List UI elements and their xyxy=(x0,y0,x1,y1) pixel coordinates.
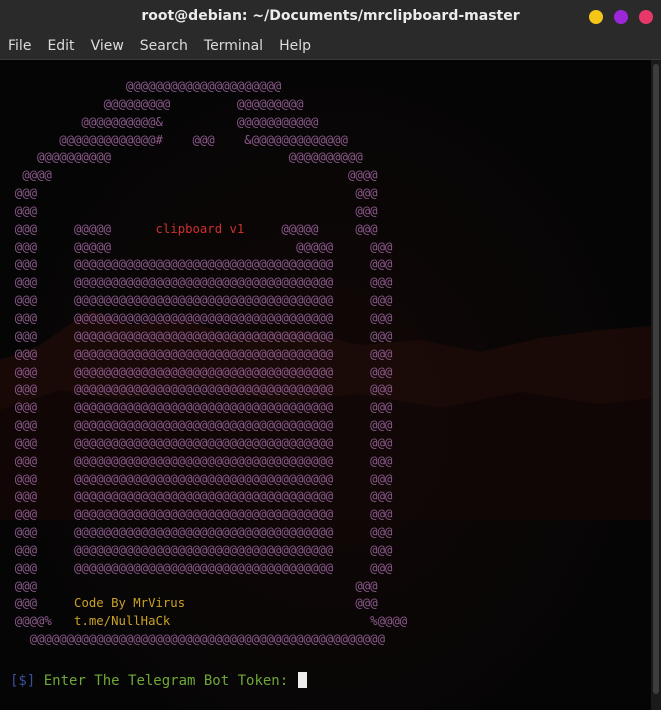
credit-right: %@@@@ xyxy=(170,614,408,629)
app-title-text: clipboard v1 xyxy=(155,221,245,236)
art-body-line: @@@ @@@@@@@@@@@@@@@@@@@@@@@@@@@@@@@@@@@ … xyxy=(0,471,393,486)
art-body-line: @@@ @@@@@@@@@@@@@@@@@@@@@@@@@@@@@@@@@@@ … xyxy=(0,257,393,272)
art-body-line: @@@ @@@@@@@@@@@@@@@@@@@@@@@@@@@@@@@@@@@ … xyxy=(0,328,393,343)
art-body-line: @@@ @@@@@@@@@@@@@@@@@@@@@@@@@@@@@@@@@@@ … xyxy=(0,400,393,415)
art-line: @@@ @@@ xyxy=(0,578,378,593)
art-body-line: @@@ @@@@@@@@@@@@@@@@@@@@@@@@@@@@@@@@@@@ … xyxy=(0,364,393,379)
art-line: @@@ @@@ xyxy=(0,203,378,218)
art-line: @@@@@@@@@@@@@# @@@ &@@@@@@@@@@@@@ xyxy=(0,132,348,147)
window-title: root@debian: ~/Documents/mrclipboard-mas… xyxy=(141,8,520,24)
art-body-line: @@@ @@@@@@@@@@@@@@@@@@@@@@@@@@@@@@@@@@@ … xyxy=(0,560,393,575)
menu-terminal[interactable]: Terminal xyxy=(196,33,271,59)
input-prompt[interactable]: [$] Enter The Telegram Bot Token: xyxy=(10,672,307,690)
art-body-line: @@@ @@@@@@@@@@@@@@@@@@@@@@@@@@@@@@@@@@@ … xyxy=(0,293,393,308)
text-cursor[interactable] xyxy=(297,672,307,688)
art-body-line: @@@ @@@@@@@@@@@@@@@@@@@@@@@@@@@@@@@@@@@ … xyxy=(0,453,393,468)
menu-search[interactable]: Search xyxy=(132,33,196,59)
art-body-line: @@@ @@@@@@@@@@@@@@@@@@@@@@@@@@@@@@@@@@@ … xyxy=(0,542,393,557)
art-body-line: @@@ @@@@@@@@@@@@@@@@@@@@@@@@@@@@@@@@@@@ … xyxy=(0,275,393,290)
terminal-window: root@debian: ~/Documents/mrclipboard-mas… xyxy=(0,0,661,710)
art-line: @@@@@@@@@@@@@@@@@@@@@@@@@@@@@@@@@@@@@@@@… xyxy=(0,632,385,647)
ascii-art-logo: @@@@@@@@@@@@@@@@@@@@@ @@@@@@@@@ @@@@@@@@… xyxy=(0,78,407,649)
art-header-right: @@@@@ @@@ xyxy=(244,221,378,236)
prompt-text: Enter The Telegram Bot Token: xyxy=(35,673,297,689)
scrollbar-thumb[interactable] xyxy=(653,64,659,694)
credit-left: @@@@% xyxy=(0,614,75,629)
art-body-line: @@@ @@@@@@@@@@@@@@@@@@@@@@@@@@@@@@@@@@@ … xyxy=(0,435,393,450)
menu-file[interactable]: File xyxy=(0,33,39,59)
menu-help[interactable]: Help xyxy=(271,33,319,59)
telegram-link-text: t.me/NullHaCk xyxy=(74,614,171,629)
menu-bar: File Edit View Search Terminal Help xyxy=(0,33,661,60)
maximize-button[interactable] xyxy=(614,10,628,24)
title-bar[interactable]: root@debian: ~/Documents/mrclipboard-mas… xyxy=(0,0,661,33)
author-credit-text: Code By MrVirus xyxy=(74,596,186,611)
art-body-line: @@@ @@@@@@@@@@@@@@@@@@@@@@@@@@@@@@@@@@@ … xyxy=(0,489,393,504)
scrollbar[interactable] xyxy=(651,60,661,710)
terminal-output[interactable]: @@@@@@@@@@@@@@@@@@@@@ @@@@@@@@@ @@@@@@@@… xyxy=(0,60,651,710)
art-line: @@@ @@@@@ @@@@@ @@@ xyxy=(0,239,393,254)
close-button[interactable] xyxy=(639,10,653,24)
menu-edit[interactable]: Edit xyxy=(39,33,82,59)
art-body-line: @@@ @@@@@@@@@@@@@@@@@@@@@@@@@@@@@@@@@@@ … xyxy=(0,382,393,397)
art-line: @@@@@@@@@ @@@@@@@@@ xyxy=(0,96,304,111)
art-line: @@@@@@@@@@@@@@@@@@@@@ xyxy=(0,79,282,93)
art-body-line: @@@ @@@@@@@@@@@@@@@@@@@@@@@@@@@@@@@@@@@ … xyxy=(0,525,393,540)
art-line: @@@@@@@@@@& @@@@@@@@@@@ xyxy=(0,114,319,129)
art-body-block: @@@ @@@@@@@@@@@@@@@@@@@@@@@@@@@@@@@@@@@ … xyxy=(0,257,393,575)
art-line: @@@ @@@ xyxy=(0,186,378,201)
art-body-line: @@@ @@@@@@@@@@@@@@@@@@@@@@@@@@@@@@@@@@@ … xyxy=(0,310,393,325)
art-body-line: @@@ @@@@@@@@@@@@@@@@@@@@@@@@@@@@@@@@@@@ … xyxy=(0,418,393,433)
credit-left: @@@ xyxy=(0,596,75,611)
menu-view[interactable]: View xyxy=(83,33,132,59)
credit-right: @@@ xyxy=(185,596,378,611)
prompt-symbol: [$] xyxy=(10,673,36,689)
art-line: @@@@ @@@@ xyxy=(0,168,378,183)
minimize-button[interactable] xyxy=(589,10,603,24)
art-line: @@@@@@@@@@ @@@@@@@@@@ xyxy=(0,150,363,165)
art-body-line: @@@ @@@@@@@@@@@@@@@@@@@@@@@@@@@@@@@@@@@ … xyxy=(0,507,393,522)
art-body-line: @@@ @@@@@@@@@@@@@@@@@@@@@@@@@@@@@@@@@@@ … xyxy=(0,346,393,361)
art-header-left: @@@ @@@@@ xyxy=(0,221,156,236)
